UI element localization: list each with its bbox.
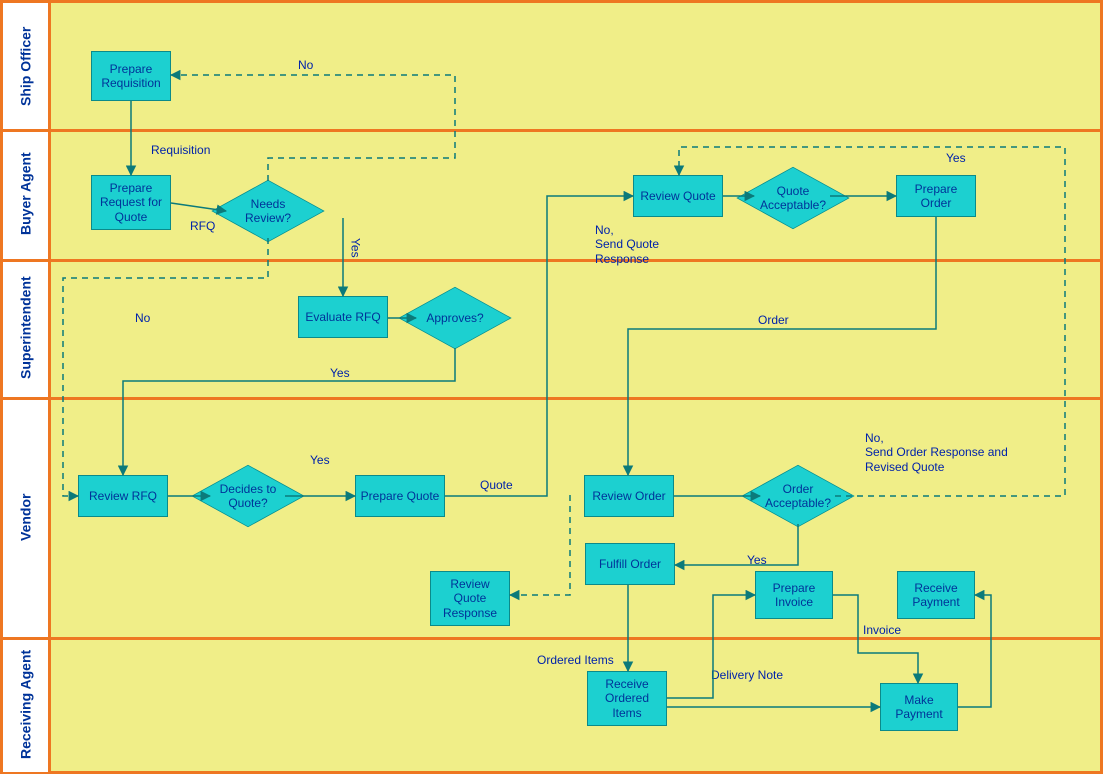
label-delivery-note: Delivery Note [711, 668, 783, 682]
node-prepare-rfq: Prepare Request for Quote [91, 175, 171, 230]
decision-approves: Approves? [415, 278, 495, 358]
node-make-payment: Make Payment [880, 683, 958, 731]
label-ordered-items: Ordered Items [537, 653, 614, 667]
label-rfq: RFQ [190, 219, 215, 233]
node-evaluate-rfq: Evaluate RFQ [298, 296, 388, 338]
node-prepare-requisition: Prepare Requisition [91, 51, 171, 101]
label-invoice: Invoice [863, 623, 901, 637]
label-order: Order [758, 313, 789, 327]
label-yes-1: Yes [348, 238, 362, 258]
label-yes-3: Yes [310, 453, 330, 467]
lane-label-receiving-agent: Receiving Agent [3, 637, 48, 772]
node-prepare-invoice: Prepare Invoice [755, 571, 833, 619]
label-yes-2: Yes [330, 366, 350, 380]
decision-order-acceptable: Order Acceptable? [758, 456, 838, 536]
label-no-2: No [135, 311, 150, 325]
swimlane-diagram: Ship Officer Buyer Agent Superintendent … [0, 0, 1103, 774]
label-yes-5: Yes [747, 553, 767, 567]
node-receive-ordered-items: Receive Ordered Items [587, 671, 667, 726]
lane-label-buyer-agent: Buyer Agent [3, 129, 48, 259]
lane-border [3, 637, 1100, 640]
label-requisition: Requisition [151, 143, 210, 157]
label-yes-4: Yes [946, 151, 966, 165]
node-review-quote: Review Quote [633, 175, 723, 217]
decision-quote-acceptable: Quote Acceptable? [753, 158, 833, 238]
lane-label-ship-officer: Ship Officer [3, 3, 48, 129]
decision-needs-review: Needs Review? [228, 171, 308, 251]
label-quote: Quote [480, 478, 513, 492]
lane-label-superintendent: Superintendent [3, 259, 48, 397]
lane-label-vendor: Vendor [3, 397, 48, 637]
node-prepare-quote: Prepare Quote [355, 475, 445, 517]
node-review-rfq: Review RFQ [78, 475, 168, 517]
label-no-1: No [298, 58, 313, 72]
lane-border [3, 129, 1100, 132]
lane-border [3, 259, 1100, 262]
label-no-send-quote: No, Send Quote Response [595, 223, 659, 266]
label-no-send-order: No, Send Order Response and Revised Quot… [865, 431, 1008, 474]
node-review-quote-response: Review Quote Response [430, 571, 510, 626]
lane-divider [48, 3, 51, 771]
decision-decides-quote: Decides to Quote? [208, 456, 288, 536]
node-review-order: Review Order [584, 475, 674, 517]
node-receive-payment: Receive Payment [897, 571, 975, 619]
node-fulfill-order: Fulfill Order [585, 543, 675, 585]
lane-border [3, 397, 1100, 400]
node-prepare-order: Prepare Order [896, 175, 976, 217]
